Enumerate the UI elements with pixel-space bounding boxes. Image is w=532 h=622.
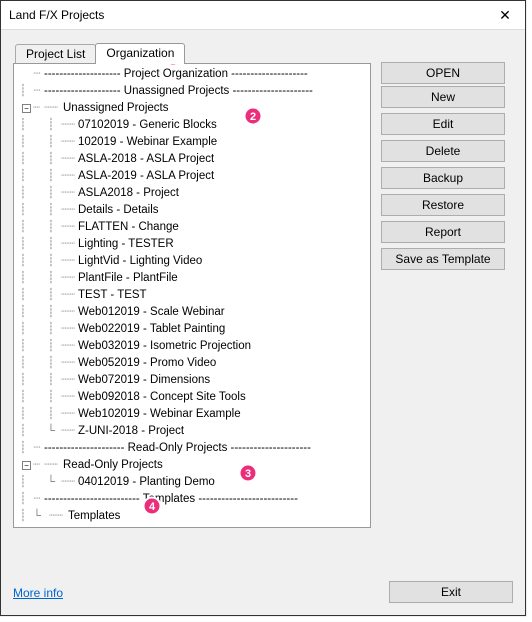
tree-row[interactable]: ┊┈------------------------- Templates --… xyxy=(16,491,366,508)
project-item[interactable]: Z-UNI-2018 - Project xyxy=(78,423,184,440)
tree-row[interactable]: ┊┊┈┈TEST - TEST xyxy=(16,287,366,304)
exit-button[interactable]: Exit xyxy=(389,581,513,603)
separator: --------------------- Read-Only Projects… xyxy=(44,440,311,457)
expander-icon[interactable]: − xyxy=(22,461,31,470)
tabstrip: Project List Organization xyxy=(15,42,371,63)
project-item[interactable]: ASLA-2019 - ASLA Project xyxy=(78,168,214,185)
tree-row[interactable]: ┊┊┈┈ASLA-2019 - ASLA Project xyxy=(16,168,366,185)
delete-button[interactable]: Delete xyxy=(381,140,505,162)
tree-row[interactable]: ┊┊┈┈07102019 - Generic Blocks xyxy=(16,117,366,134)
tree-row[interactable]: ┊└┈┈Z-UNI-2018 - Project xyxy=(16,423,366,440)
project-item[interactable]: Lighting - TESTER xyxy=(78,236,174,253)
edit-button[interactable]: Edit xyxy=(381,113,505,135)
window-title: Land F/X Projects xyxy=(9,8,104,22)
project-item[interactable]: FLATTEN - Change xyxy=(78,219,179,236)
tree-row[interactable]: ┊┊┈┈Details - Details xyxy=(16,202,366,219)
tree-row[interactable]: ┊┊┈┈102019 - Webinar Example xyxy=(16,134,366,151)
project-item[interactable]: 04012019 - Planting Demo xyxy=(78,474,215,491)
tree-row[interactable]: ┊└┈┈Templates xyxy=(16,508,366,525)
tree-row[interactable]: ┊┊┈┈Web052019 - Promo Video xyxy=(16,355,366,372)
project-item[interactable]: Web102019 - Webinar Example xyxy=(78,406,241,423)
project-item[interactable]: Web072019 - Dimensions xyxy=(78,372,210,389)
tree-row[interactable]: ┊┊┈┈Web102019 - Webinar Example xyxy=(16,406,366,423)
dialog-body: Project List Organization 1 2 3 4 xyxy=(1,30,525,615)
project-item[interactable]: TEST - TEST xyxy=(78,287,147,304)
tree-row[interactable]: ┊┊┈┈PlantFile - PlantFile xyxy=(16,270,366,287)
tree-row[interactable]: ┊┊┈┈Web032019 - Isometric Projection xyxy=(16,338,366,355)
project-item[interactable]: Web092018 - Concept Site Tools xyxy=(78,389,246,406)
new-button[interactable]: New xyxy=(381,86,505,108)
folder-label[interactable]: Templates xyxy=(68,508,120,525)
separator: ------------------------- Templates ----… xyxy=(44,491,298,508)
left-column: Project List Organization 1 2 3 4 xyxy=(13,42,371,528)
project-item[interactable]: Web052019 - Promo Video xyxy=(78,355,216,372)
restore-button[interactable]: Restore xyxy=(381,194,505,216)
tab-organization[interactable]: Organization xyxy=(95,43,185,64)
save-as-template-button[interactable]: Save as Template xyxy=(381,248,505,270)
tree-row[interactable]: ┊┊┈┈Lighting - TESTER xyxy=(16,236,366,253)
tree-row[interactable]: ┊┊┈┈FLATTEN - Change xyxy=(16,219,366,236)
folder-label[interactable]: Read-Only Projects xyxy=(63,457,163,474)
tree-row[interactable]: ┊┈-------------------- Unassigned Projec… xyxy=(16,83,366,100)
tree-row[interactable]: ┊┊┈┈ASLA2018 - Project xyxy=(16,185,366,202)
project-item[interactable]: 102019 - Webinar Example xyxy=(78,134,217,151)
landfx-projects-window: Land F/X Projects ✕ Project List Organiz… xyxy=(0,0,526,616)
tree-row[interactable]: ┊┊┈┈Web072019 - Dimensions xyxy=(16,372,366,389)
expander-icon[interactable]: − xyxy=(22,104,31,113)
tree-row[interactable]: ┊┊┈┈Web022019 - Tablet Painting xyxy=(16,321,366,338)
separator: -------------------- Unassigned Projects… xyxy=(44,83,313,100)
tree-row[interactable]: ┊┊┈┈Web092018 - Concept Site Tools xyxy=(16,389,366,406)
right-column: OPEN New Edit Delete Backup Restore Repo… xyxy=(381,42,513,272)
close-icon: ✕ xyxy=(499,7,511,24)
separator-project-organization: -------------------- Project Organizatio… xyxy=(44,66,308,83)
titlebar: Land F/X Projects ✕ xyxy=(1,1,525,30)
project-item[interactable]: Details - Details xyxy=(78,202,159,219)
backup-button[interactable]: Backup xyxy=(381,167,505,189)
project-item[interactable]: ASLA-2018 - ASLA Project xyxy=(78,151,214,168)
tree-row[interactable]: ┊┈--------------------- Read-Only Projec… xyxy=(16,440,366,457)
folder-label[interactable]: Unassigned Projects xyxy=(63,100,168,117)
project-item[interactable]: Web032019 - Isometric Projection xyxy=(78,338,251,355)
report-button[interactable]: Report xyxy=(381,221,505,243)
tree-row[interactable]: −┈┈┈Read-Only Projects xyxy=(16,457,366,474)
project-item[interactable]: Web012019 - Scale Webinar xyxy=(78,304,225,321)
project-item[interactable]: ASLA2018 - Project xyxy=(78,185,179,202)
tree-row[interactable]: ┊┊┈┈Web012019 - Scale Webinar xyxy=(16,304,366,321)
project-item[interactable]: LightVid - Lighting Video xyxy=(78,253,202,270)
project-tree[interactable]: ┈-------------------- Project Organizati… xyxy=(16,66,366,525)
open-button[interactable]: OPEN xyxy=(381,62,505,84)
project-item[interactable]: Web022019 - Tablet Painting xyxy=(78,321,225,338)
project-item[interactable]: 07102019 - Generic Blocks xyxy=(78,117,217,134)
project-item[interactable]: PlantFile - PlantFile xyxy=(78,270,178,287)
main-row: Project List Organization 1 2 3 4 xyxy=(13,42,513,575)
close-button[interactable]: ✕ xyxy=(485,1,525,29)
action-button-stack: New Edit Delete Backup Restore Report Sa… xyxy=(381,86,513,272)
tab-project-list[interactable]: Project List xyxy=(15,44,96,64)
tree-row[interactable]: ┊┊┈┈LightVid - Lighting Video xyxy=(16,253,366,270)
footer: More info Exit xyxy=(13,581,513,605)
tree-row[interactable]: ┈-------------------- Project Organizati… xyxy=(16,66,366,83)
tree-row[interactable]: ┊└┈┈04012019 - Planting Demo xyxy=(16,474,366,491)
tree-row[interactable]: ┊┊┈┈ASLA-2018 - ASLA Project xyxy=(16,151,366,168)
tree-row[interactable]: −┈┈┈Unassigned Projects xyxy=(16,100,366,117)
tab-panel-organization: 1 2 3 4 ┈-------------------- Project Or… xyxy=(13,63,371,528)
more-info-link[interactable]: More info xyxy=(13,586,63,600)
